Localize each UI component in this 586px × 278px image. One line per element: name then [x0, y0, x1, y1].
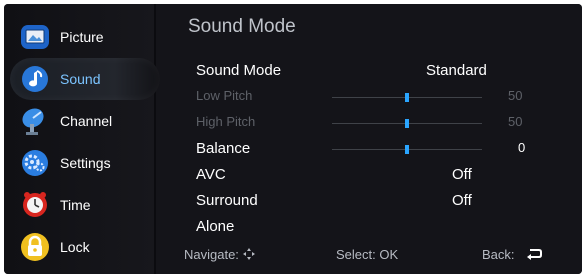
sidebar-item-picture[interactable]: Picture: [18, 20, 148, 54]
sidebar-item-label: Lock: [60, 239, 90, 255]
row-label: Surround: [196, 192, 258, 209]
row-value: Off: [452, 166, 472, 183]
back-arrow-icon: [527, 249, 543, 260]
row-label: Balance: [196, 140, 251, 157]
page-title: Sound Mode: [188, 16, 296, 37]
footer-hints: Navigate: Select: OK Back:: [156, 240, 582, 270]
slider-knob[interactable]: [405, 145, 409, 154]
sidebar-item-label: Channel: [60, 113, 113, 129]
balance-row[interactable]: Balance 0: [196, 138, 556, 160]
sidebar-item-label: Time: [60, 197, 91, 213]
sidebar: Picture Sound Channel Settings Time Lock: [4, 4, 160, 274]
row-value: 0: [518, 140, 526, 155]
sidebar-item-label: Picture: [60, 29, 104, 45]
row-label: Low Pitch: [196, 88, 253, 103]
sound-settings-panel: Sound Mode Sound Mode Standard Low Pitch…: [156, 4, 582, 274]
row-value: 50: [508, 114, 523, 129]
slider-knob[interactable]: [405, 93, 409, 102]
low-pitch-slider[interactable]: [332, 93, 482, 102]
surround-row[interactable]: Surround Off: [196, 190, 556, 212]
sidebar-item-time[interactable]: Time: [18, 188, 148, 222]
low-pitch-row[interactable]: Low Pitch 50: [196, 86, 556, 108]
back-hint: Back:: [482, 247, 543, 262]
lock-icon: [18, 232, 52, 262]
avc-row[interactable]: AVC Off: [196, 164, 556, 186]
row-label: Sound Mode: [196, 62, 282, 79]
satellite-icon: [18, 106, 52, 136]
high-pitch-slider[interactable]: [332, 119, 482, 128]
high-pitch-row[interactable]: High Pitch 50: [196, 112, 556, 134]
clock-icon: [18, 190, 52, 220]
row-value: 50: [508, 88, 523, 103]
sound-mode-row[interactable]: Sound Mode Standard: [196, 60, 556, 82]
alone-row[interactable]: Alone: [196, 216, 556, 238]
sidebar-item-sound[interactable]: Sound: [10, 58, 160, 100]
slider-knob[interactable]: [405, 119, 409, 128]
gear-icon: [18, 148, 52, 178]
row-label: Alone: [196, 218, 235, 235]
sidebar-item-channel[interactable]: Channel: [18, 104, 148, 138]
sidebar-item-label: Settings: [60, 155, 111, 171]
row-label: AVC: [196, 166, 226, 183]
balance-slider[interactable]: [332, 145, 482, 154]
music-note-icon: [18, 64, 52, 94]
select-hint: Select: OK: [336, 247, 399, 262]
row-value: Off: [452, 192, 472, 209]
row-value: Standard: [426, 62, 487, 79]
row-label: High Pitch: [196, 114, 256, 129]
navigate-arrows-icon: [242, 248, 255, 260]
picture-icon: [18, 22, 52, 52]
sidebar-item-label: Sound: [60, 71, 101, 87]
sidebar-item-lock[interactable]: Lock: [18, 230, 148, 264]
tv-menu: Picture Sound Channel Settings Time Lock…: [4, 4, 582, 274]
navigate-hint: Navigate:: [184, 247, 255, 262]
sidebar-item-settings[interactable]: Settings: [18, 146, 148, 180]
